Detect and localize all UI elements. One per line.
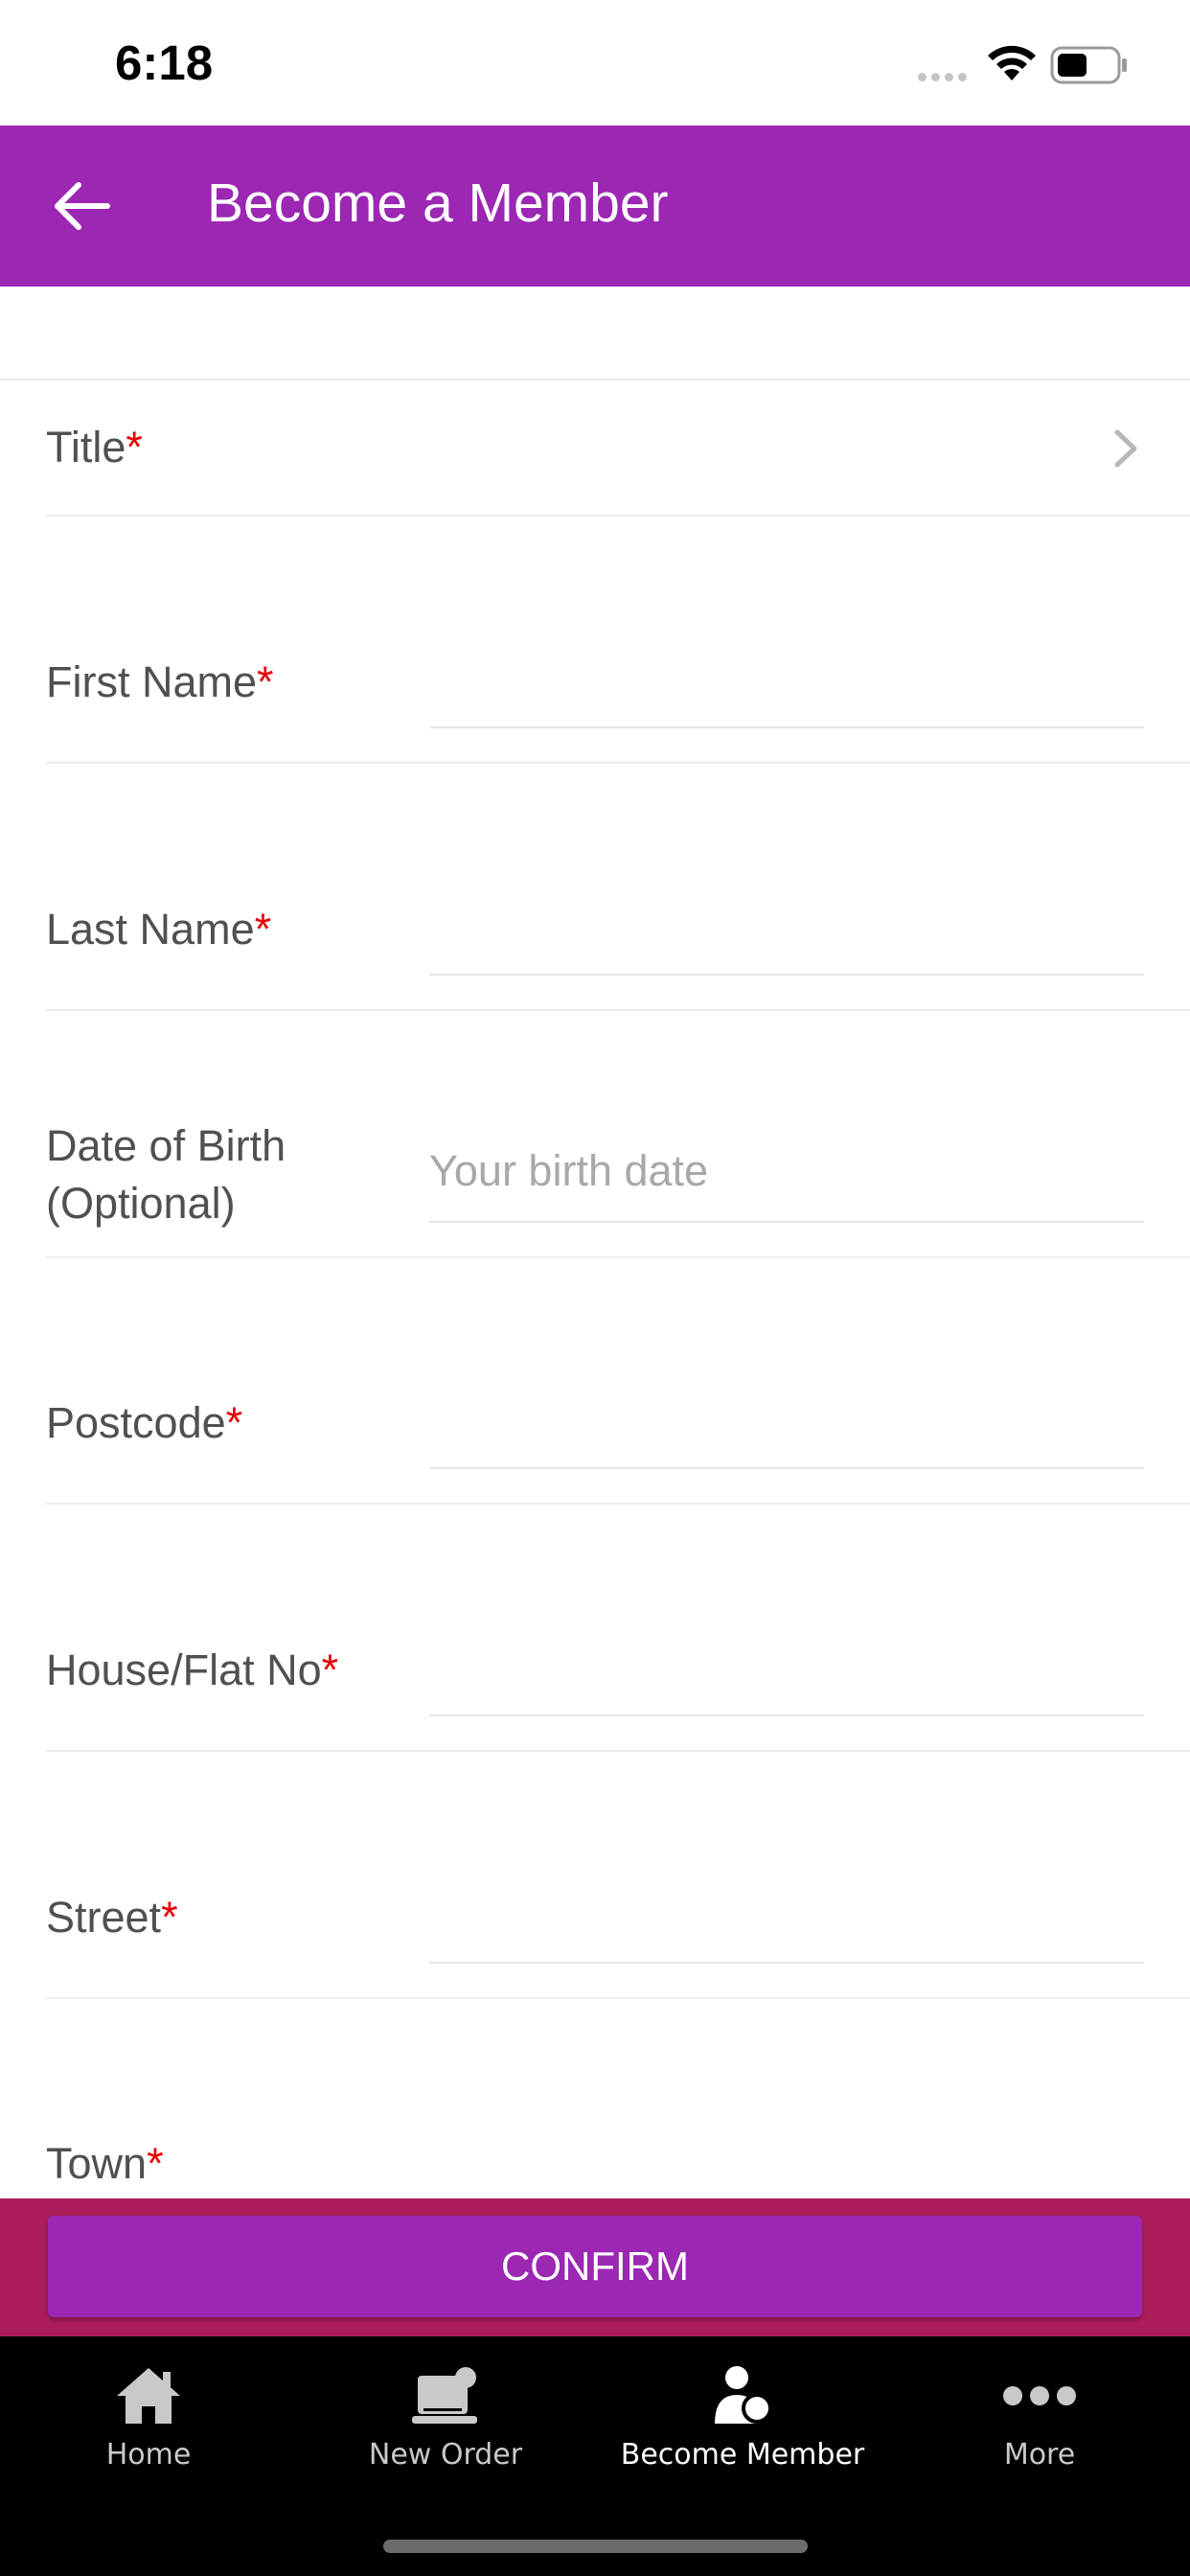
postcode-underline <box>429 1467 1144 1469</box>
date-of-birth-underline <box>429 1221 1144 1223</box>
confirm-bar: CONFIRM <box>0 2198 1190 2336</box>
member-icon <box>715 2366 772 2424</box>
first-name-input[interactable] <box>429 654 1144 721</box>
last-name-label: Last Name* <box>46 905 272 954</box>
town-label: Town* <box>46 2139 164 2188</box>
app-bar: Become a Member <box>0 126 1190 287</box>
row-divider <box>46 762 1190 764</box>
tab-home-label: Home <box>105 2438 192 2472</box>
first-name-label: First Name* <box>46 657 274 706</box>
first-name-underline <box>429 726 1144 728</box>
status-bar: 6:18 <box>0 0 1190 126</box>
last-name-underline <box>429 974 1144 976</box>
title-label: Title* <box>46 423 143 472</box>
row-divider <box>46 1750 1190 1752</box>
title-select-row[interactable]: Title* <box>0 380 1190 516</box>
street-label: Street* <box>46 1893 178 1942</box>
form-top-spacer <box>0 287 1190 379</box>
row-divider <box>46 1503 1190 1505</box>
tab-more[interactable]: More <box>891 2336 1188 2490</box>
row-divider <box>46 1009 1190 1011</box>
page-title: Become a Member <box>207 172 669 234</box>
home-indicator <box>383 2540 808 2553</box>
house-flat-no-underline <box>429 1714 1144 1716</box>
tab-become-member[interactable]: Become Member <box>594 2336 891 2490</box>
date-of-birth-label: Date of Birth (Optional) <box>46 1121 286 1228</box>
tab-new-order-label: New Order <box>368 2438 523 2472</box>
row-divider <box>46 515 1190 517</box>
status-time: 6:18 <box>115 35 214 90</box>
row-divider <box>46 1997 1190 1999</box>
date-of-birth-input[interactable] <box>429 1138 1144 1205</box>
home-icon <box>117 2368 180 2424</box>
tab-become-member-label: Become Member <box>620 2438 865 2472</box>
street-underline <box>429 1962 1144 1964</box>
new-order-icon <box>412 2367 477 2424</box>
arrow-left-icon <box>55 182 110 230</box>
house-flat-no-input[interactable] <box>429 1642 1144 1709</box>
tab-home[interactable]: Home <box>0 2336 297 2490</box>
street-input[interactable] <box>429 1889 1144 1956</box>
chevron-right-icon <box>1114 429 1137 468</box>
confirm-button[interactable]: CONFIRM <box>48 2216 1142 2317</box>
back-button[interactable] <box>46 170 119 242</box>
cellular-signal-icon <box>918 73 967 81</box>
tab-more-label: More <box>1003 2438 1076 2472</box>
row-divider <box>46 1256 1190 1258</box>
wifi-icon <box>988 45 1036 80</box>
last-name-input[interactable] <box>429 901 1144 968</box>
postcode-label: Postcode* <box>46 1398 243 1447</box>
postcode-input[interactable] <box>429 1394 1144 1461</box>
more-icon <box>1003 2386 1076 2405</box>
house-flat-no-label: House/Flat No* <box>46 1645 339 1694</box>
battery-icon <box>1050 46 1127 84</box>
tab-new-order[interactable]: New Order <box>297 2336 594 2490</box>
